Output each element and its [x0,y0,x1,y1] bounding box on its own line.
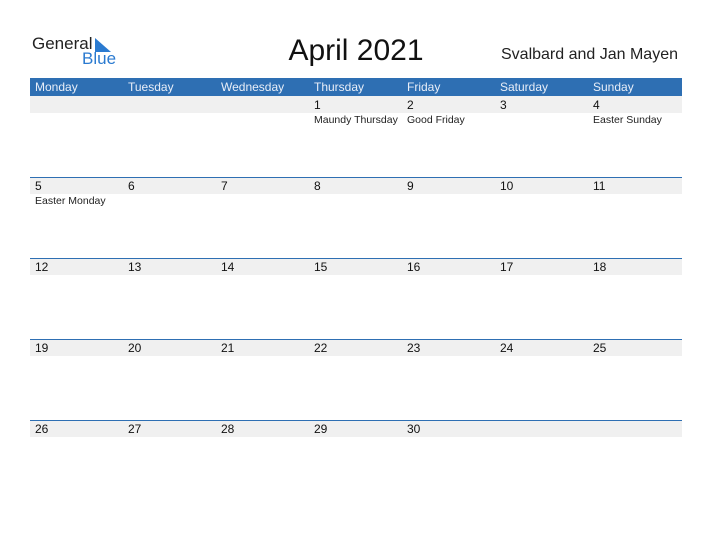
day-number: 28 [221,422,235,436]
day-cell: 8 [309,177,402,258]
day-cell: 3 [495,96,588,177]
day-number: 14 [221,260,235,274]
weekday-tuesday: Tuesday [128,80,174,94]
day-cell: 28 [216,420,309,501]
day-cell: 13 [123,258,216,339]
day-number: 30 [407,422,421,436]
day-number: 10 [500,179,514,193]
day-number: 5 [35,179,42,193]
day-number: 4 [593,98,600,112]
holiday-label: Easter Monday [35,195,106,207]
day-number: 6 [128,179,135,193]
week-row: 1 Maundy Thursday 2 Good Friday 3 4 Easter Sun… [30,96,682,177]
day-number: 20 [128,341,142,355]
day-number: 1 [314,98,321,112]
day-cell: 18 [588,258,681,339]
day-cell: 14 [216,258,309,339]
weekday-monday: Monday [35,80,78,94]
day-number: 15 [314,260,328,274]
day-cell [216,96,309,177]
day-number: 22 [314,341,328,355]
day-cell: 9 [402,177,495,258]
day-cell: 22 [309,339,402,420]
day-cell: 5 Easter Monday [30,177,123,258]
holiday-label: Maundy Thursday [314,114,398,126]
day-number: 26 [35,422,49,436]
week-row: 26 27 28 29 30 [30,420,682,501]
day-cell: 19 [30,339,123,420]
day-number: 24 [500,341,514,355]
weekday-wednesday: Wednesday [221,80,285,94]
day-number: 16 [407,260,421,274]
region-name: Svalbard and Jan Mayen [501,46,678,63]
day-cell: 12 [30,258,123,339]
day-number: 18 [593,260,607,274]
day-cell: 4 Easter Sunday [588,96,681,177]
day-cell: 7 [216,177,309,258]
day-number: 9 [407,179,414,193]
week-row: 12 13 14 15 16 17 18 [30,258,682,339]
day-cell: 2 Good Friday [402,96,495,177]
day-number: 29 [314,422,328,436]
day-cell: 26 [30,420,123,501]
weekday-thursday: Thursday [314,80,365,94]
day-cell: 16 [402,258,495,339]
weekday-saturday: Saturday [500,80,549,94]
day-cell: 1 Maundy Thursday [309,96,402,177]
weekday-sunday: Sunday [593,80,634,94]
day-cell: 30 [402,420,495,501]
day-cell: 27 [123,420,216,501]
day-cell [30,96,123,177]
day-cell: 25 [588,339,681,420]
day-cell: 23 [402,339,495,420]
day-number: 2 [407,98,414,112]
day-number: 8 [314,179,321,193]
day-cell: 10 [495,177,588,258]
day-number: 23 [407,341,421,355]
day-cell: 6 [123,177,216,258]
day-number: 21 [221,341,235,355]
day-cell: 20 [123,339,216,420]
day-number: 11 [593,179,606,193]
weekday-header: Monday Tuesday Wednesday Thursday Friday… [30,78,682,96]
day-cell: 15 [309,258,402,339]
day-cell: 24 [495,339,588,420]
day-cell [123,96,216,177]
week-row: 19 20 21 22 23 24 25 [30,339,682,420]
day-number: 7 [221,179,228,193]
day-cell: 17 [495,258,588,339]
day-number: 19 [35,341,49,355]
weekday-friday: Friday [407,80,441,94]
day-cell: 21 [216,339,309,420]
week-row: 5 Easter Monday 6 7 8 9 10 11 [30,177,682,258]
day-number: 3 [500,98,507,112]
holiday-label: Easter Sunday [593,114,662,126]
day-cell [588,420,681,501]
day-cell: 11 [588,177,681,258]
day-cell: 29 [309,420,402,501]
day-number: 12 [35,260,49,274]
day-number: 25 [593,341,607,355]
holiday-label: Good Friday [407,114,465,126]
day-number: 17 [500,260,514,274]
day-number: 27 [128,422,142,436]
day-number: 13 [128,260,142,274]
day-cell [495,420,588,501]
